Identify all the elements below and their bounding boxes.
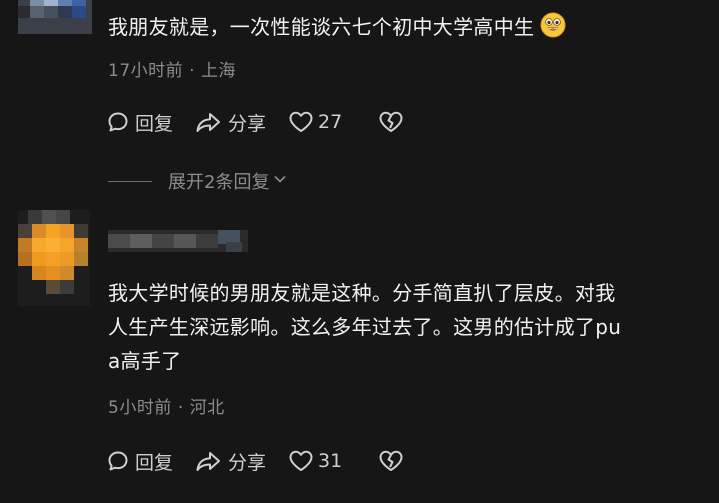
share-button[interactable]: 分享	[195, 448, 266, 475]
comment-time: 5小时前	[108, 398, 172, 418]
heart-icon	[288, 110, 314, 134]
grinning-emoji-icon	[540, 12, 566, 48]
like-button[interactable]: 27	[288, 110, 342, 134]
expand-replies-label: 展开2条回复	[168, 172, 270, 193]
comment-meta: 5小时前 · 河北	[108, 393, 225, 418]
reply-label: 回复	[135, 112, 174, 135]
expand-replies-button[interactable]: 展开2条回复	[108, 168, 288, 194]
dislike-button[interactable]	[378, 110, 404, 134]
like-count: 27	[318, 111, 343, 133]
share-label: 分享	[228, 451, 267, 474]
dislike-button[interactable]	[378, 449, 404, 473]
reply-icon	[106, 449, 130, 473]
comment-text: 我朋友就是，一次性能谈六七个初中大学高中生	[108, 11, 698, 48]
comment-meta: 17小时前 · 上海	[108, 56, 236, 81]
comment-text-line: 人生产生深远影响。这么多年过去了。这男的估计成了pu	[108, 315, 622, 339]
chevron-down-icon	[272, 171, 288, 192]
heart-icon	[288, 449, 314, 473]
share-button[interactable]: 分享	[195, 109, 266, 136]
comment-list: 我朋友就是，一次性能谈六七个初中大学高中生 17小时前 · 上海 回复 分享 27	[0, 0, 719, 503]
reply-button[interactable]: 回复	[106, 448, 173, 475]
like-button[interactable]: 31	[288, 449, 342, 473]
reply-button[interactable]: 回复	[106, 109, 173, 136]
meta-separator: ·	[189, 61, 196, 81]
reply-icon	[106, 110, 130, 134]
broken-heart-icon	[378, 110, 404, 134]
comment-actions: 回复 分享 31	[106, 446, 426, 476]
comment-location: 河北	[189, 398, 225, 418]
like-count: 31	[318, 450, 343, 472]
comment-time: 17小时前	[108, 61, 184, 81]
avatar[interactable]	[18, 0, 92, 34]
share-label: 分享	[228, 112, 267, 135]
expand-divider	[108, 180, 152, 182]
comment-location: 上海	[201, 61, 237, 81]
comment-text-line: 我大学时候的男朋友就是这种。分手简直扒了层皮。对我	[108, 281, 616, 305]
username[interactable]	[108, 230, 248, 252]
share-icon	[195, 110, 223, 134]
share-icon	[195, 449, 223, 473]
avatar[interactable]	[18, 210, 90, 306]
meta-separator: ·	[177, 398, 184, 418]
comment-text: 我大学时候的男朋友就是这种。分手简直扒了层皮。对我 人生产生深远影响。这么多年过…	[108, 276, 698, 378]
comment-actions: 回复 分享 27	[106, 107, 426, 137]
broken-heart-icon	[378, 449, 404, 473]
reply-label: 回复	[135, 451, 174, 474]
comment-text-line: a高手了	[108, 349, 182, 373]
